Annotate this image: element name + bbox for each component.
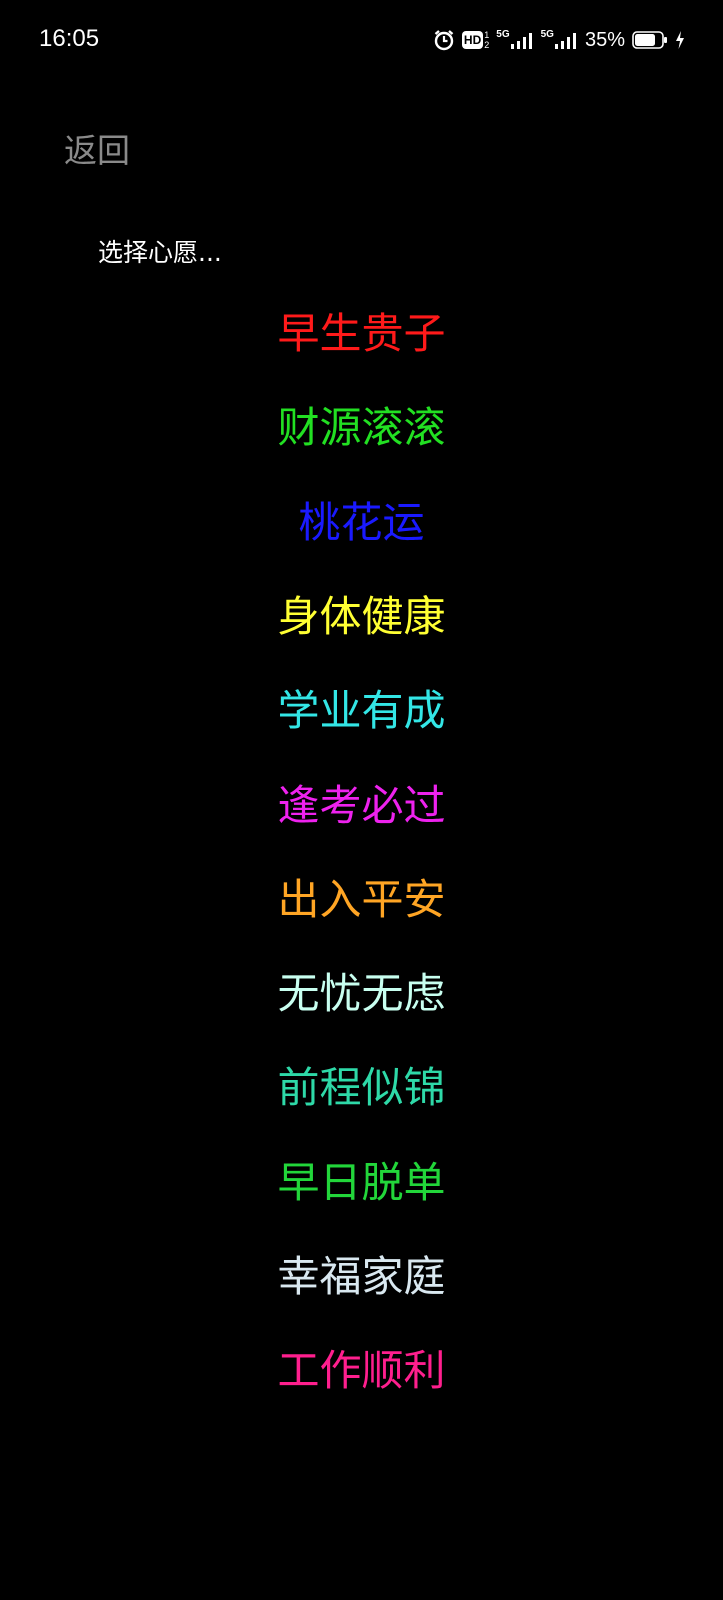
alarm-icon xyxy=(433,29,455,51)
wish-option[interactable]: 出入平安 xyxy=(0,872,723,928)
back-button[interactable]: 返回 xyxy=(64,130,130,172)
wish-option[interactable]: 工作顺利 xyxy=(0,1343,723,1399)
signal-5g-icon: 5G xyxy=(541,30,578,50)
wish-option[interactable]: 财源滚滚 xyxy=(0,400,723,456)
hd-voice-icon: HD 1 2 xyxy=(461,30,490,50)
status-icons: HD 1 2 5G 5G 35% xyxy=(433,24,685,56)
wish-option[interactable]: 幸福家庭 xyxy=(0,1249,723,1305)
wish-prompt: 选择心愿... xyxy=(98,238,222,267)
wish-option[interactable]: 前程似锦 xyxy=(0,1060,723,1116)
charging-icon xyxy=(675,30,685,50)
wish-option[interactable]: 逢考必过 xyxy=(0,778,723,834)
status-time: 16:05 xyxy=(39,25,100,52)
status-bar: 16:05 HD 1 2 5G 5G 35% xyxy=(0,0,723,80)
battery-icon xyxy=(632,30,668,50)
wish-option[interactable]: 无忧无虑 xyxy=(0,966,723,1022)
signal-5g-icon: 5G xyxy=(496,30,533,50)
wish-option[interactable]: 早日脱单 xyxy=(0,1155,723,1211)
wish-option[interactable]: 学业有成 xyxy=(0,683,723,739)
battery-percent: 35% xyxy=(584,29,625,51)
wish-option[interactable]: 桃花运 xyxy=(0,495,723,551)
wish-option[interactable]: 早生贵子 xyxy=(0,306,723,362)
wish-option[interactable]: 身体健康 xyxy=(0,589,723,645)
